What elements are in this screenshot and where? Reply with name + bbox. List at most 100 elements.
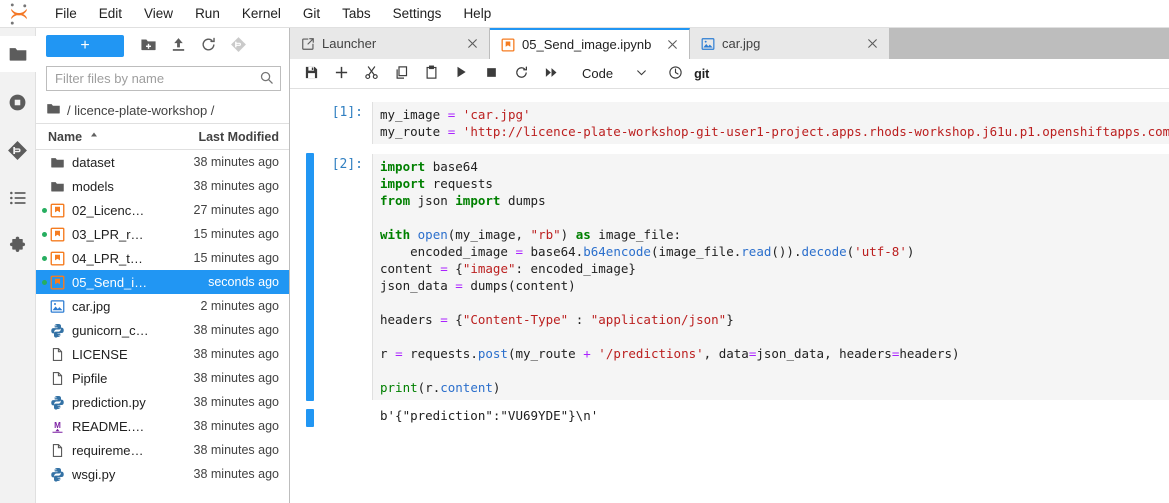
- code-token: content: [380, 261, 441, 276]
- copy-cell-button[interactable]: [386, 61, 416, 87]
- menu-item-file[interactable]: File: [44, 0, 88, 28]
- restart-kernel-button[interactable]: [506, 61, 536, 87]
- new-launcher-button[interactable]: +: [46, 35, 124, 57]
- menu-item-run[interactable]: Run: [184, 0, 231, 28]
- cell-output-text: b'{"prediction":"VU69YDE"}\n': [380, 408, 599, 423]
- file-list-item[interactable]: car.jpg 2 minutes ago: [36, 294, 289, 318]
- file-last-modified: 38 minutes ago: [193, 179, 279, 193]
- restart-run-all-button[interactable]: [536, 61, 566, 87]
- file-type-icon: [50, 227, 72, 242]
- running-indicator-dot: [42, 232, 47, 237]
- code-token: base64.: [530, 244, 584, 259]
- file-icon: [50, 347, 65, 362]
- code-token: my_route: [380, 124, 448, 139]
- file-name: models: [72, 178, 114, 194]
- code-token: (image_file.: [650, 244, 742, 259]
- file-list-item[interactable]: 05_Send_i… seconds ago: [36, 270, 289, 294]
- close-icon[interactable]: [863, 35, 881, 53]
- breadcrumb[interactable]: / licence-plate-workshop /: [36, 97, 289, 124]
- notebook-icon: [501, 38, 515, 52]
- menu-item-kernel[interactable]: Kernel: [231, 0, 292, 28]
- column-header-name[interactable]: Name: [36, 129, 187, 144]
- menu-item-tabs[interactable]: Tabs: [331, 0, 382, 28]
- file-type-icon: [50, 299, 72, 314]
- code-token: "application/json": [590, 312, 727, 327]
- code-line: my_image = 'car.jpg': [380, 106, 1169, 123]
- file-list-item[interactable]: 03_LPR_r… 15 minutes ago: [36, 222, 289, 246]
- save-button[interactable]: [296, 61, 326, 87]
- sidebar-item-table-of-contents[interactable]: [0, 180, 36, 216]
- file-name: gunicorn_c…: [72, 322, 149, 338]
- launcher-icon: [301, 37, 315, 51]
- new-folder-icon: [140, 36, 157, 56]
- menu-item-settings[interactable]: Settings: [382, 0, 453, 28]
- cell-source-editor[interactable]: my_image = 'car.jpg' my_route = 'http://l…: [372, 102, 1169, 144]
- insert-cell-button[interactable]: [326, 61, 356, 87]
- code-token: from: [380, 193, 418, 208]
- file-list-item[interactable]: gunicorn_c… 38 minutes ago: [36, 318, 289, 342]
- file-list-item[interactable]: prediction.py 38 minutes ago: [36, 390, 289, 414]
- active-cell-marker: [306, 153, 314, 401]
- file-list-item[interactable]: LICENSE 38 minutes ago: [36, 342, 289, 366]
- new-folder-button[interactable]: [134, 33, 162, 59]
- sidebar-item-file-browser[interactable]: [0, 36, 36, 72]
- dock-tab[interactable]: Launcher: [290, 28, 490, 59]
- file-list-item[interactable]: 02_Licenc… 27 minutes ago: [36, 198, 289, 222]
- code-line: encoded_image = base64.b64encode(image_f…: [380, 243, 1169, 260]
- file-name: 04_LPR_t…: [72, 250, 143, 266]
- file-type-icon: [50, 395, 72, 410]
- column-header-last-modified[interactable]: Last Modified: [187, 130, 289, 144]
- python-icon: [50, 395, 65, 410]
- code-token: ): [492, 380, 501, 395]
- file-type-icon: [50, 323, 72, 338]
- notebook-cell[interactable]: [1]: my_image = 'car.jpg' my_route = 'http…: [290, 97, 1169, 149]
- git-clone-button[interactable]: [224, 33, 252, 59]
- dock-tab[interactable]: 05_Send_image.ipynb: [490, 28, 690, 59]
- close-icon[interactable]: [463, 35, 481, 53]
- file-name: car.jpg: [72, 298, 111, 314]
- file-name: 02_Licenc…: [72, 202, 145, 218]
- interrupt-kernel-button[interactable]: [476, 61, 506, 87]
- run-cell-button[interactable]: [446, 61, 476, 87]
- cell-type-select[interactable]: Code: [578, 64, 652, 84]
- refresh-icon: [200, 36, 217, 56]
- upload-button[interactable]: [164, 33, 192, 59]
- code-token: }: [726, 312, 734, 327]
- file-list-item[interactable]: models 38 minutes ago: [36, 174, 289, 198]
- file-list-item[interactable]: Pipfile 38 minutes ago: [36, 366, 289, 390]
- file-last-modified: 38 minutes ago: [193, 347, 279, 361]
- menu-item-view[interactable]: View: [133, 0, 184, 28]
- code-line: from json import dumps: [380, 192, 1169, 209]
- file-list-item[interactable]: wsgi.py 38 minutes ago: [36, 462, 289, 486]
- dock-tab[interactable]: car.jpg: [690, 28, 890, 59]
- file-list-item[interactable]: M README.… 38 minutes ago: [36, 414, 289, 438]
- file-type-icon: [50, 371, 72, 386]
- git-status-label[interactable]: git: [694, 67, 709, 81]
- file-list-item[interactable]: requireme… 38 minutes ago: [36, 438, 289, 462]
- sidebar-item-git[interactable]: [0, 132, 36, 168]
- close-icon[interactable]: [663, 36, 681, 54]
- menu-items: File Edit View Run Kernel Git Tabs Setti…: [44, 0, 502, 28]
- paste-cell-button[interactable]: [416, 61, 446, 87]
- file-filter[interactable]: [46, 66, 281, 91]
- menu-item-help[interactable]: Help: [452, 0, 502, 28]
- cut-cell-button[interactable]: [356, 61, 386, 87]
- git-icon: [7, 140, 28, 161]
- file-list-item[interactable]: 04_LPR_t… 15 minutes ago: [36, 246, 289, 270]
- menu-item-edit[interactable]: Edit: [88, 0, 133, 28]
- code-token: =: [447, 124, 463, 139]
- dock-tab-label: Launcher: [322, 36, 377, 51]
- sidebar-item-running[interactable]: [0, 84, 36, 120]
- refresh-button[interactable]: [194, 33, 222, 59]
- cell-source-editor[interactable]: import base64 import requests from json im…: [372, 154, 1169, 400]
- markdown-icon: M: [50, 419, 65, 434]
- kernel-status-indicator[interactable]: [662, 61, 688, 87]
- chevron-down-icon: [635, 66, 648, 82]
- notebook-cell[interactable]: [2]: import base64 import requests from jso…: [290, 149, 1169, 405]
- search-input[interactable]: [55, 71, 259, 86]
- file-list-item[interactable]: dataset 38 minutes ago: [36, 150, 289, 174]
- sidebar-item-extension-manager[interactable]: [0, 228, 36, 264]
- file-last-modified: 38 minutes ago: [193, 395, 279, 409]
- menu-item-git[interactable]: Git: [292, 0, 331, 28]
- upload-icon: [170, 36, 187, 56]
